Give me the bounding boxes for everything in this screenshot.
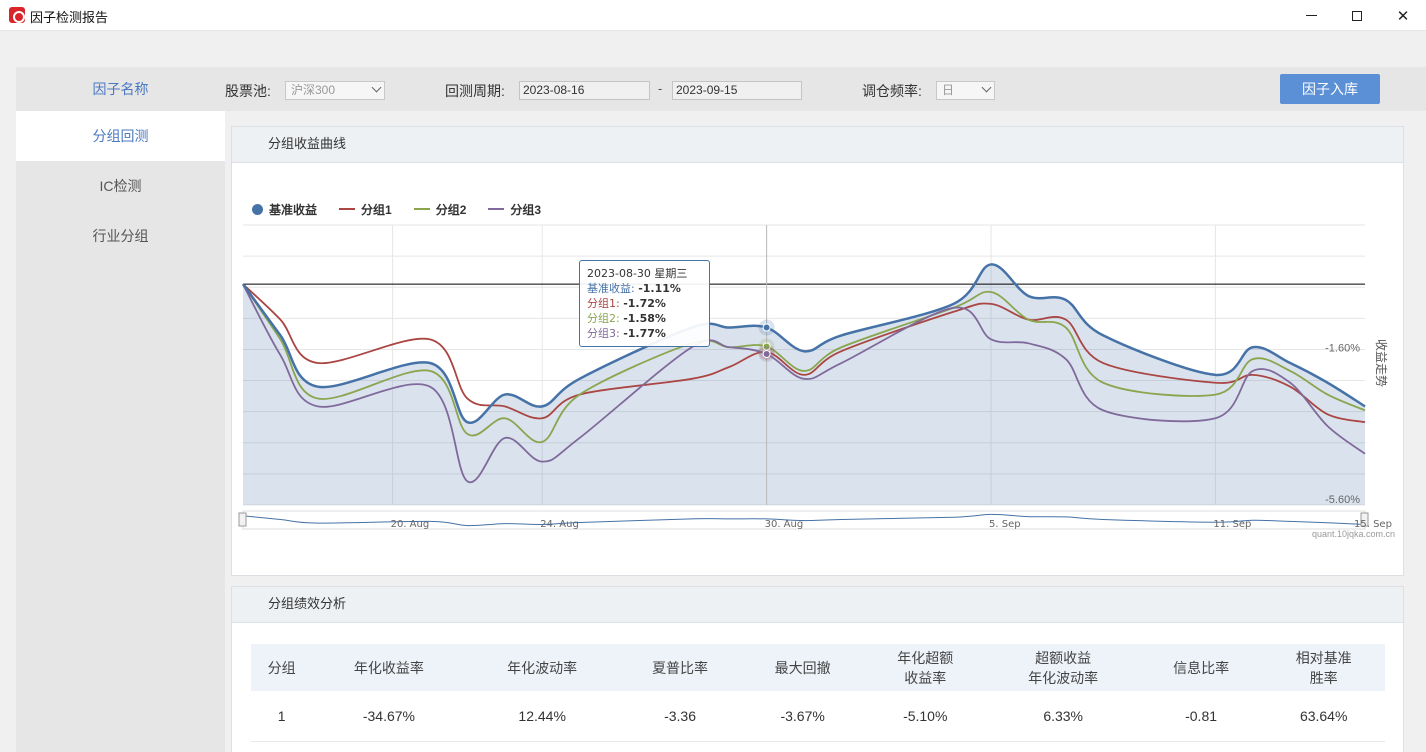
start-date-input[interactable]: 2023-08-16 xyxy=(519,81,650,100)
tooltip-row: 分组1: -1.72% xyxy=(587,297,666,310)
period-label: 回测周期: xyxy=(445,83,505,99)
sidebar-item-ic-test[interactable]: IC检测 xyxy=(16,161,225,211)
stock-pool-value: 沪深300 xyxy=(291,83,336,97)
rebalance-freq-value: 日 xyxy=(942,83,955,97)
stock-pool-select[interactable]: 沪深300 xyxy=(285,81,385,100)
maximize-button[interactable] xyxy=(1334,0,1380,31)
sidebar: 因子名称 分组回测 IC检测 行业分组 xyxy=(16,67,225,752)
watermark: quant.10jqka.com.cn xyxy=(1311,529,1395,539)
table-header-cell: 年化波动率 xyxy=(465,644,619,691)
table-cell: -3.67% xyxy=(741,691,864,742)
tooltip-row: 分组3: -1.77% xyxy=(587,327,666,340)
table-header-cell: 年化超额 收益率 xyxy=(863,644,987,691)
legend-label: 分组1 xyxy=(361,202,392,217)
legend-marker xyxy=(488,208,505,210)
legend-item[interactable]: 分组3 xyxy=(488,200,541,218)
x-tick-label: 11. Sep xyxy=(1213,519,1251,530)
table-header-cell: 夏普比率 xyxy=(618,644,742,691)
x-tick-label: 30. Aug xyxy=(765,519,804,530)
y-tick-label: -5.60% xyxy=(1325,494,1360,506)
tooltip-date: 2023-08-30 星期三 xyxy=(587,267,688,280)
legend-item[interactable]: 基准收益 xyxy=(252,200,317,218)
panel-title: 分组绩效分析 xyxy=(232,587,1403,623)
factor-save-button[interactable]: 因子入库 xyxy=(1280,74,1380,104)
toolbar: 股票池: 沪深300 回测周期: 2023-08-16 - 2023-09-15… xyxy=(225,67,1426,111)
table-cell: 1 xyxy=(251,691,313,742)
legend-label: 分组3 xyxy=(510,202,542,217)
date-separator: - xyxy=(658,81,663,96)
chevron-down-icon xyxy=(371,82,382,93)
tooltip-row: 分组2: -1.58% xyxy=(587,312,666,325)
table-header-row: 分组 年化收益率 年化波动率 夏普比率 最大回撤 年化超额 收益率 超额收益 年化波动率 信息比率… xyxy=(251,644,1385,691)
rebalance-freq-label: 调仓频率: xyxy=(862,83,922,99)
table-row[interactable]: 1 -34.67% 12.44% -3.36 -3.67% -5.10% 6.33% -0.8… xyxy=(251,691,1385,742)
legend-label: 分组2 xyxy=(435,202,467,217)
title-bar: 因子检测报告 ✕ xyxy=(0,0,1426,31)
table-cell: -0.81 xyxy=(1139,691,1263,742)
x-tick-label: 20. Aug xyxy=(391,519,430,530)
stock-pool-label: 股票池: xyxy=(225,83,271,99)
table-header-cell: 超额收益 年化波动率 xyxy=(986,644,1140,691)
x-tick-label: 5. Sep xyxy=(989,519,1021,530)
panel-title: 分组收益曲线 xyxy=(232,127,1403,163)
hover-point xyxy=(762,323,771,332)
group-performance-panel: 分组绩效分析 分组 年化收益率 年化波动率 夏普比率 最大回撤 年化超额 收益率 超额收益 年化… xyxy=(231,586,1404,752)
minimize-button[interactable] xyxy=(1288,0,1334,31)
navigator-handle-left xyxy=(238,512,247,527)
sidebar-item-industry-group[interactable]: 行业分组 xyxy=(16,211,225,261)
table-header-cell: 分组 xyxy=(251,644,313,691)
table-cell: 63.64% xyxy=(1262,691,1385,742)
legend-marker xyxy=(413,208,430,210)
maximize-icon xyxy=(1352,10,1362,21)
table-cell: 12.44% xyxy=(465,691,619,742)
close-button[interactable]: ✕ xyxy=(1380,0,1426,31)
table-cell: 6.33% xyxy=(986,691,1140,742)
y-axis-title: 收益走势 xyxy=(1374,339,1388,387)
chart-legend: 基准收益 分组1 分组2 分组3 xyxy=(252,200,541,218)
legend-marker xyxy=(252,203,263,215)
table-header-cell: 相对基准 胜率 xyxy=(1262,644,1385,691)
sidebar-item-group-backtest[interactable]: 分组回测 xyxy=(16,111,225,161)
legend-marker xyxy=(339,208,356,210)
rebalance-freq-select[interactable]: 日 xyxy=(936,81,995,100)
legend-item[interactable]: 分组1 xyxy=(339,200,392,218)
x-tick-label: 24. Aug xyxy=(540,519,579,530)
legend-label: 基准收益 xyxy=(269,202,318,217)
performance-table: 分组 年化收益率 年化波动率 夏普比率 最大回撤 年化超额 收益率 超额收益 年化波动率 信息比率… xyxy=(251,644,1385,742)
group-return-panel: 分组收益曲线 -1.60% -5.60% 收益走势 20. Aug 24. Aug 30.… xyxy=(231,126,1404,576)
chart-tooltip: 2023-08-30 星期三 基准收益: -1.11% 分组1: -1.72% … xyxy=(579,260,710,347)
app-logo-icon xyxy=(9,7,25,23)
close-icon: ✕ xyxy=(1396,7,1410,25)
table-cell: -34.67% xyxy=(312,691,466,742)
legend-item[interactable]: 分组2 xyxy=(413,200,467,218)
window-title: 因子检测报告 xyxy=(30,10,109,25)
table-header-cell: 年化收益率 xyxy=(312,644,466,691)
return-chart[interactable]: -1.60% -5.60% 收益走势 20. Aug 24. Aug 30. Aug 5. … xyxy=(232,163,1403,575)
table-header-cell: 信息比率 xyxy=(1139,644,1263,691)
table-cell: -5.10% xyxy=(863,691,987,742)
return-chart-svg: -1.60% -5.60% 收益走势 20. Aug 24. Aug 30. Aug 5. … xyxy=(238,224,1392,530)
chevron-down-icon xyxy=(981,82,992,93)
tooltip-row: 基准收益: -1.11% xyxy=(587,282,681,295)
sidebar-title: 因子名称 xyxy=(92,81,149,97)
table-cell: -3.36 xyxy=(618,691,742,742)
y-tick-label: -1.60% xyxy=(1325,342,1360,354)
hover-point xyxy=(762,349,771,358)
minimize-icon xyxy=(1305,15,1317,16)
table-header-cell: 最大回撤 xyxy=(741,644,864,691)
end-date-input[interactable]: 2023-09-15 xyxy=(672,81,802,100)
